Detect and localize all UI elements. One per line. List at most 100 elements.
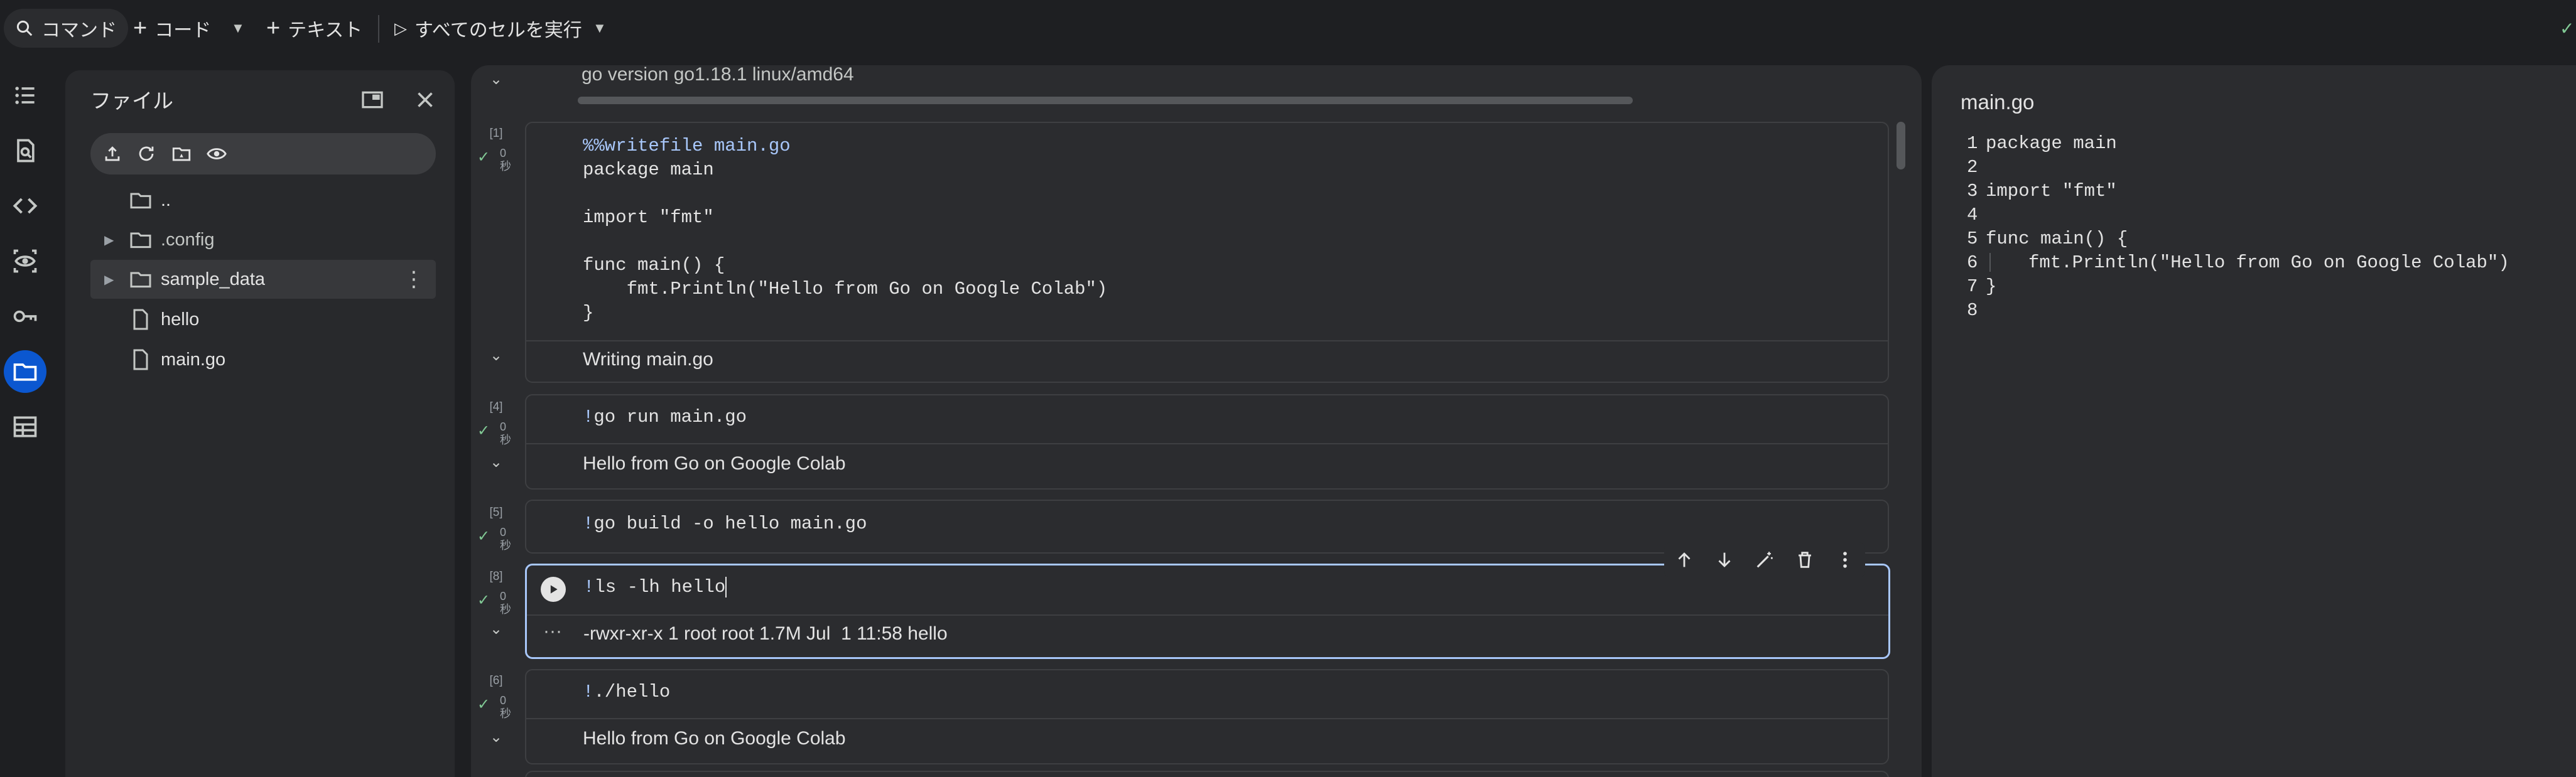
play-icon: [550, 585, 558, 594]
caret-down-icon: ▼: [231, 20, 245, 36]
more-cell-actions-button[interactable]: [1825, 542, 1865, 577]
check-icon: ✓: [2560, 18, 2575, 38]
execution-time: 0秒: [500, 526, 511, 552]
folder-icon: [130, 232, 151, 249]
output-divider: [526, 718, 1888, 719]
execution-status: [5] ✓ 0秒: [471, 506, 521, 556]
folder-icon: [130, 272, 151, 288]
key-icon: [13, 310, 37, 323]
command-label: コマンド: [41, 20, 117, 41]
editor-line[interactable]: 8: [1967, 299, 1986, 323]
code-cell-ls[interactable]: !ls -lh hello ··· -rwxr-xr-x 1 root root…: [525, 564, 1890, 659]
magic-command: %%writefile main.go: [583, 136, 791, 156]
code-snippets-button[interactable]: [0, 181, 50, 231]
code-editor[interactable]: !ls -lh hello: [583, 576, 727, 599]
cell-output: Hello from Go on Google Colab: [583, 728, 846, 749]
editor-line[interactable]: 7}: [1967, 275, 1996, 299]
editor-line[interactable]: 4: [1967, 203, 1986, 227]
code-editor[interactable]: %%writefile main.go package main import …: [583, 134, 1107, 325]
mount-drive-button[interactable]: [166, 138, 197, 169]
refresh-button[interactable]: [131, 138, 162, 169]
run-cell-button[interactable]: [541, 577, 566, 602]
output-actions-icon[interactable]: ···: [543, 621, 562, 642]
more-vert-icon: [1843, 552, 1847, 568]
find-replace-button[interactable]: [0, 126, 50, 176]
collapse-output-icon[interactable]: ⌄: [490, 620, 502, 638]
files-panel-title: ファイル: [90, 89, 173, 112]
file-tree-item-config[interactable]: ▶ .config: [90, 220, 436, 259]
file-tree-item-parent[interactable]: ..: [90, 181, 436, 220]
open-in-tab-button[interactable]: [357, 84, 388, 115]
file-tree-item-main-go[interactable]: main.go: [90, 340, 436, 379]
file-actions-bar: [90, 133, 436, 174]
edit-cell-button[interactable]: [1745, 542, 1785, 577]
data-table-button[interactable]: [0, 402, 50, 452]
move-cell-up-button[interactable]: [1664, 542, 1704, 577]
toolbar-divider: [378, 15, 379, 43]
run-all-button[interactable]: ▷ すべてのセルを実行: [394, 9, 582, 48]
output-divider: [527, 614, 1888, 616]
close-panel-button[interactable]: [409, 84, 441, 115]
list-icon: [15, 87, 35, 104]
code-cell-writefile[interactable]: %%writefile main.go package main import …: [525, 122, 1889, 383]
secrets-button[interactable]: [0, 291, 50, 341]
collapse-output-icon[interactable]: ⌄: [490, 453, 502, 471]
execution-count: [8]: [489, 570, 503, 583]
connected-status[interactable]: ✓: [2560, 9, 2574, 48]
file-tree-label: sample_data: [161, 269, 266, 289]
horizontal-scrollbar[interactable]: [578, 97, 1633, 104]
more-vert-icon[interactable]: ⋮: [403, 267, 425, 292]
execution-status: [1] ✓ 0秒: [471, 127, 521, 177]
cell-toolbar: [1664, 542, 1865, 577]
collapse-output-icon[interactable]: ⌄: [490, 728, 502, 746]
editor-line[interactable]: 6 fmt.Println("Hello from Go on Google Co…: [1967, 251, 2509, 275]
editor-line[interactable]: 5 func main() {: [1967, 227, 2128, 251]
folder-icon: [130, 193, 151, 209]
vertical-scrollbar[interactable]: [1897, 122, 1905, 169]
delete-cell-button[interactable]: [1785, 542, 1825, 577]
code-editor[interactable]: !go run main.go: [583, 405, 747, 429]
command-palette-button[interactable]: コマンド: [4, 9, 128, 48]
output-divider: [526, 340, 1888, 341]
code-icon: [13, 198, 38, 214]
variables-button[interactable]: [0, 236, 50, 286]
move-cell-down-button[interactable]: [1704, 542, 1745, 577]
run-all-label: すべてのセルを実行: [414, 20, 582, 41]
files-panel: ファイル .. ▶ .config ▶ sample_data ⋮ hello …: [65, 70, 455, 777]
cell-output: Hello from Go on Google Colab: [583, 453, 846, 474]
show-hidden-files-button[interactable]: [201, 138, 232, 169]
code-cell-go-run[interactable]: !go run main.go Hello from Go on Google …: [525, 394, 1889, 490]
files-button[interactable]: [0, 346, 50, 397]
expand-arrow-icon[interactable]: ▶: [104, 272, 114, 287]
execution-count: [4]: [489, 400, 503, 414]
open-in-window-icon: [362, 91, 383, 109]
collapse-output-icon[interactable]: ⌄: [490, 346, 502, 365]
file-tree-item-sample-data[interactable]: ▶ sample_data ⋮: [90, 260, 436, 299]
table-of-contents-button[interactable]: [0, 70, 50, 121]
add-code-button[interactable]: + コード: [133, 9, 211, 48]
table-icon: [13, 416, 37, 437]
code-editor[interactable]: !go build -o hello main.go: [583, 512, 867, 536]
arrow-down-icon: [1718, 552, 1731, 567]
editor-line[interactable]: 1 package main: [1967, 132, 2117, 156]
editor-line[interactable]: 2: [1967, 156, 1986, 180]
indent-guide: [1989, 253, 2028, 272]
execution-status: [6] ✓ 0秒: [471, 674, 521, 724]
next-cell[interactable]: [525, 771, 1889, 777]
caret-down-icon: ▼: [593, 20, 607, 36]
add-code-dropdown[interactable]: ▼: [231, 9, 245, 48]
file-tree-label: .config: [161, 229, 215, 250]
editor-line[interactable]: 3 import "fmt": [1967, 180, 2117, 203]
code-cell-run-hello[interactable]: !./hello Hello from Go on Google Colab: [525, 669, 1889, 764]
search-icon: [16, 20, 33, 36]
expand-arrow-icon[interactable]: ▶: [104, 232, 114, 248]
collapse-output-icon[interactable]: ⌄: [490, 70, 502, 88]
execution-time: 0秒: [500, 421, 511, 446]
run-all-dropdown[interactable]: ▼: [593, 9, 607, 48]
output-divider: [526, 443, 1888, 444]
add-text-button[interactable]: + テキスト: [266, 9, 362, 48]
upload-button[interactable]: [97, 138, 128, 169]
variables-eye-icon: [13, 249, 37, 273]
code-editor[interactable]: !./hello: [583, 680, 670, 704]
file-tree-item-hello[interactable]: hello: [90, 300, 436, 339]
